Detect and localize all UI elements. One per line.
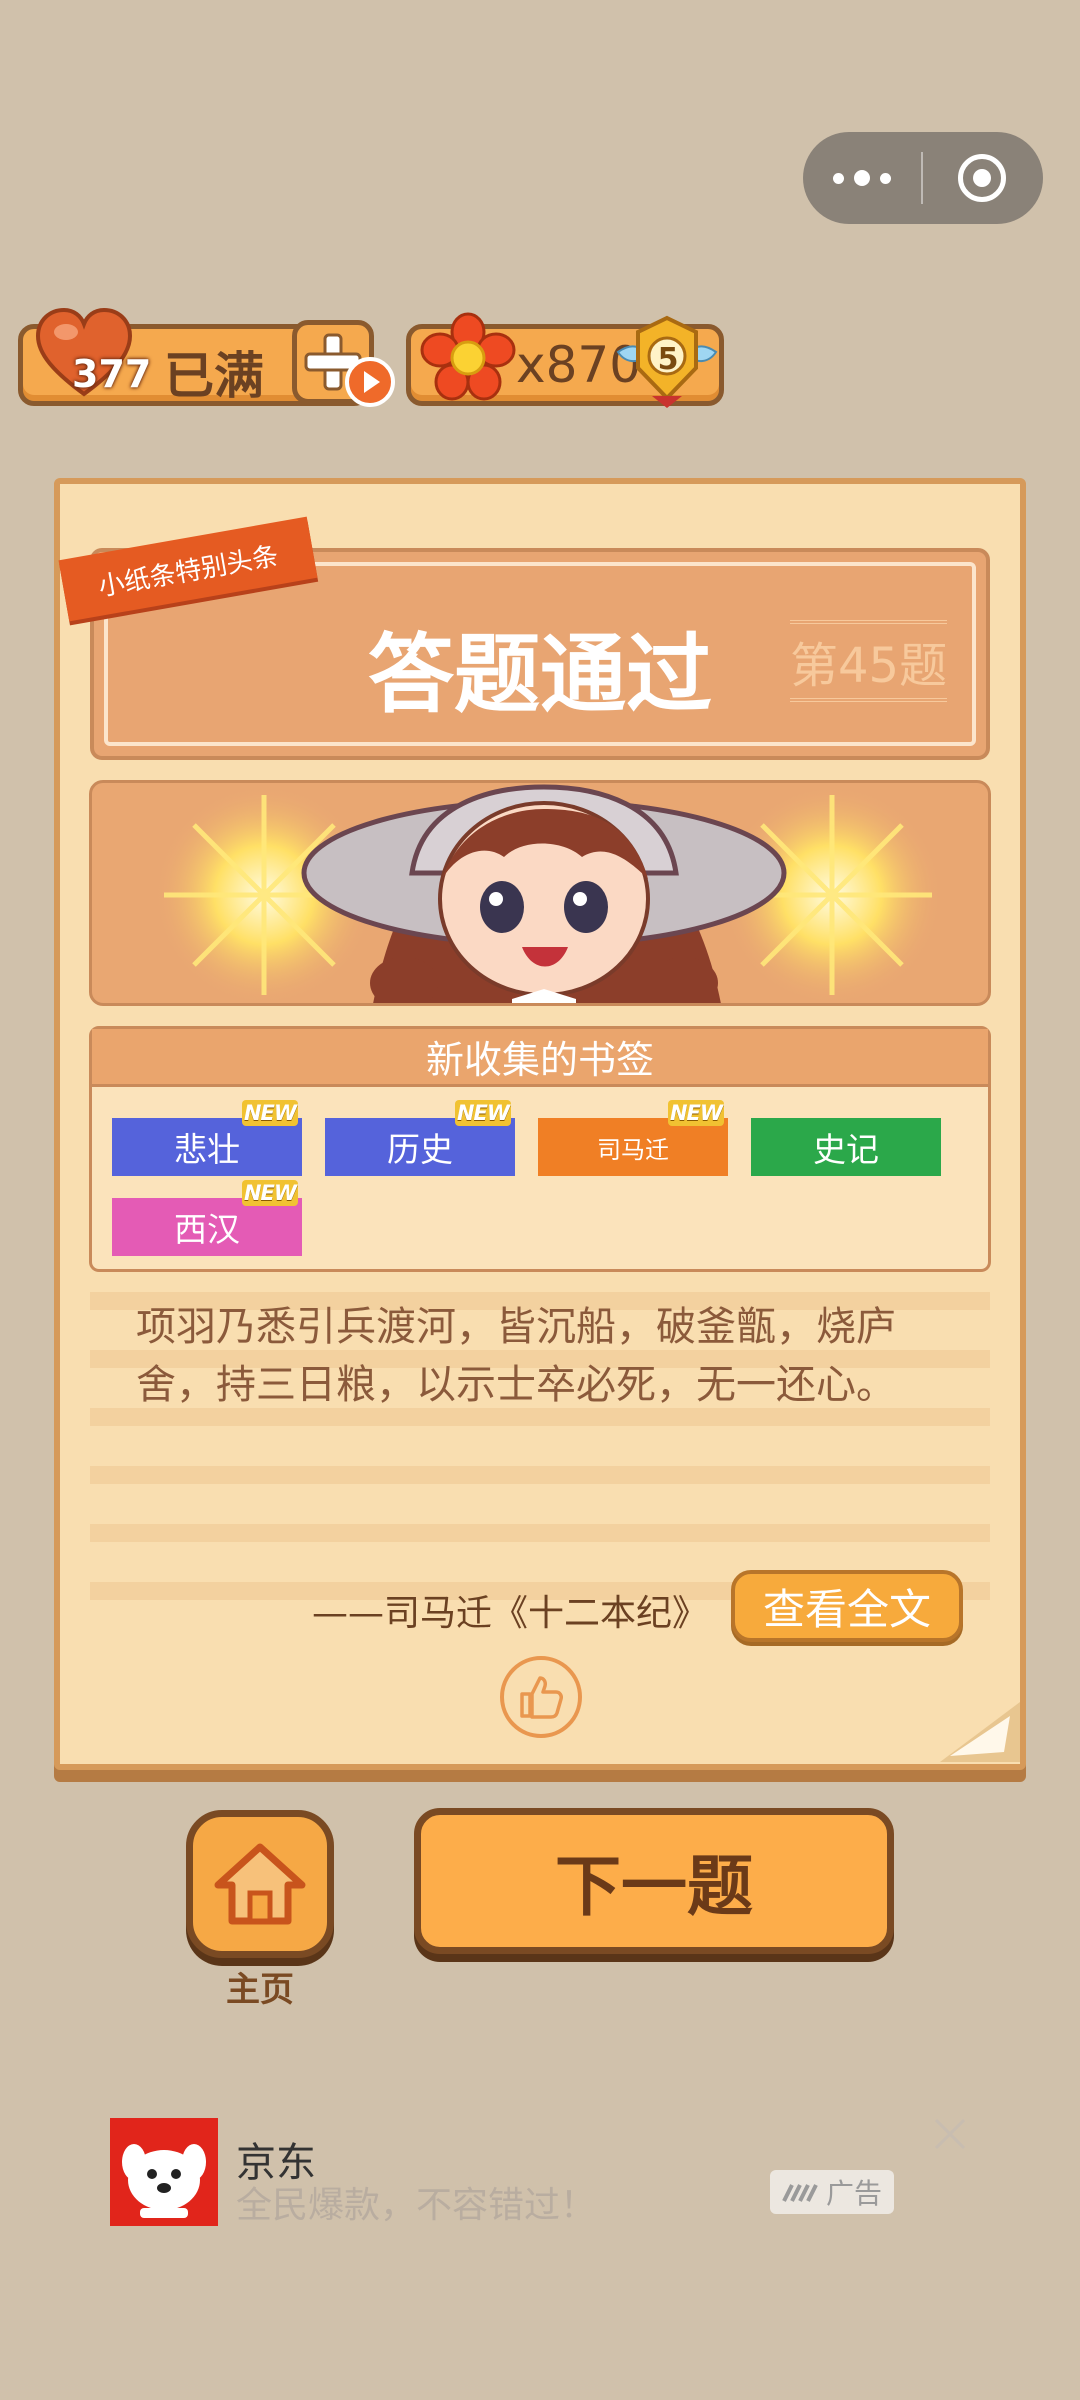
character-banner	[89, 780, 991, 1006]
ruled-line	[90, 1524, 990, 1542]
like-button[interactable]	[500, 1656, 582, 1738]
bookmark-item[interactable]: 西汉	[112, 1198, 302, 1256]
quote-source: ——司马迁《十二本纪》	[312, 1593, 709, 1634]
level-number: 5	[657, 342, 679, 377]
close-x-icon[interactable]	[930, 2114, 970, 2154]
bookmark-item[interactable]: 悲壮	[112, 1118, 302, 1176]
bookmark-item[interactable]: 历史	[325, 1118, 515, 1176]
next-question-button[interactable]: 下一题	[414, 1808, 894, 1954]
new-badge: NEW	[242, 1180, 298, 1206]
ruled-line	[90, 1466, 990, 1484]
ad-network-icon	[782, 2184, 818, 2202]
bookmark-item[interactable]: 司马迁	[538, 1118, 728, 1176]
quote-text: 项羽乃悉引兵渡河，皆沉船，破釜甑，烧庐舍，持三日粮，以示士卒必死，无一还心。	[136, 1304, 896, 1408]
play-video-icon[interactable]	[344, 356, 396, 408]
flower-icon	[420, 312, 516, 401]
bookmark-item[interactable]: 史记	[751, 1118, 941, 1176]
new-badge: NEW	[242, 1100, 298, 1126]
mini-program-capsule	[803, 132, 1043, 224]
jd-dog-icon	[122, 2144, 206, 2218]
page-curl-decoration	[940, 1702, 1020, 1762]
ad-badge-label: 广告	[825, 2177, 882, 2210]
view-full-text-button[interactable]: 查看全文	[731, 1570, 963, 1642]
jd-logo[interactable]	[110, 2118, 218, 2226]
hearts-status: 已满	[164, 347, 264, 405]
ad-badge: 广告	[770, 2170, 894, 2214]
bookmarks-header: 新收集的书签	[92, 1029, 988, 1087]
question-number: 第45题	[790, 620, 948, 702]
house-icon	[214, 1843, 306, 1925]
hearts-count: 377	[72, 352, 152, 396]
close-program-button[interactable]	[923, 132, 1041, 224]
thumbs-up-icon	[520, 1676, 563, 1719]
new-badge: NEW	[668, 1100, 724, 1126]
ad-subtitle[interactable]: 全民爆款，不容错过！	[236, 2176, 596, 2228]
target-circle-icon	[958, 154, 1006, 202]
new-badge: NEW	[455, 1100, 511, 1126]
character-illustration	[154, 784, 942, 1003]
more-dots-icon[interactable]	[803, 132, 921, 224]
home-label: 主页	[226, 1970, 294, 2010]
home-button[interactable]	[186, 1810, 334, 1958]
